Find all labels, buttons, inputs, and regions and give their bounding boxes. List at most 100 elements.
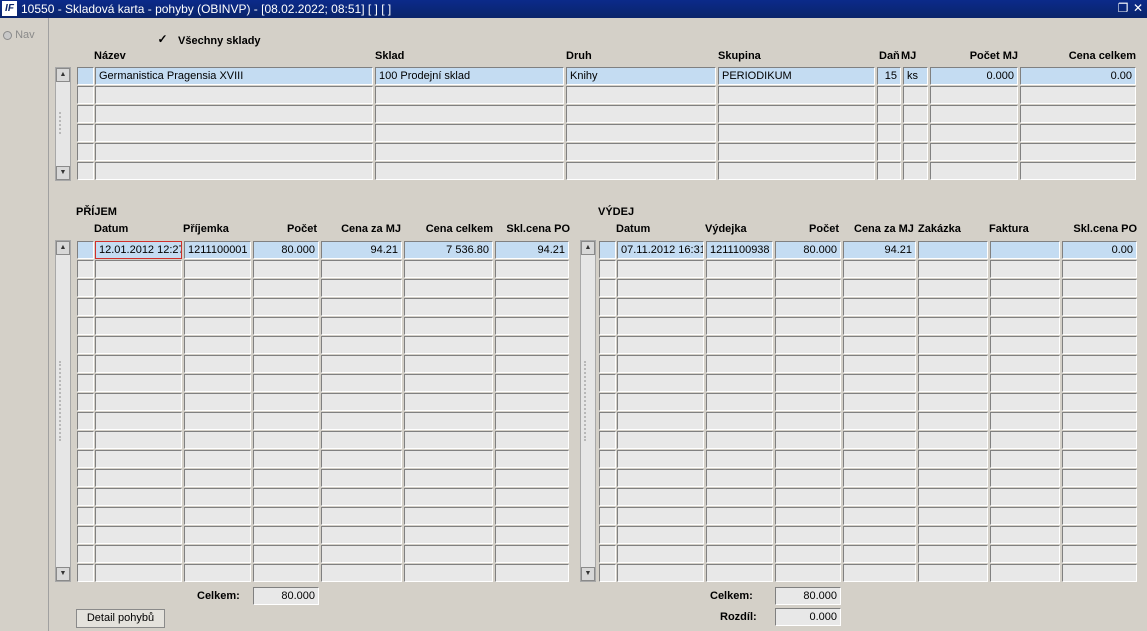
row-selector[interactable]	[77, 374, 94, 392]
cell-cena-za-mj[interactable]	[843, 374, 916, 392]
cell-sklad[interactable]	[375, 124, 564, 142]
cell-cena-celkem[interactable]	[404, 412, 493, 430]
cell-sklad[interactable]	[375, 105, 564, 123]
cell-skupina[interactable]: PERIODIKUM	[718, 67, 875, 85]
cell-skl-cena[interactable]	[495, 298, 569, 316]
cell-cena-celkem[interactable]: 7 536.80	[404, 241, 493, 259]
cell-skl-cena[interactable]	[1062, 526, 1137, 544]
cell-vydejka[interactable]	[706, 412, 773, 430]
cell-faktura[interactable]	[990, 545, 1060, 563]
row-selector[interactable]	[77, 105, 94, 123]
cell-faktura[interactable]	[990, 260, 1060, 278]
row-selector[interactable]	[599, 564, 616, 582]
cell-vydejka[interactable]	[706, 431, 773, 449]
cell-skl-cena[interactable]	[495, 336, 569, 354]
cell-pocet-mj[interactable]	[930, 86, 1018, 104]
row-selector[interactable]	[599, 431, 616, 449]
cell-datum[interactable]	[617, 317, 704, 335]
cell-datum[interactable]	[617, 355, 704, 373]
cell-datum[interactable]	[95, 507, 182, 525]
row-selector[interactable]	[77, 507, 94, 525]
cell-cena-za-mj[interactable]	[321, 450, 402, 468]
cell-skl-cena[interactable]	[495, 317, 569, 335]
cell-druh[interactable]	[566, 143, 716, 161]
cell-druh[interactable]	[566, 124, 716, 142]
row-selector[interactable]	[599, 279, 616, 297]
cell-cena-celkem[interactable]	[1020, 105, 1136, 123]
scroll-up-icon[interactable]: ▲	[56, 241, 70, 255]
cell-cena-za-mj[interactable]	[321, 279, 402, 297]
row-selector[interactable]	[77, 393, 94, 411]
cell-cena-celkem[interactable]	[1020, 143, 1136, 161]
cell-skl-cena[interactable]	[495, 431, 569, 449]
cell-pocet-mj[interactable]	[930, 162, 1018, 180]
cell-pocet[interactable]: 80.000	[775, 241, 841, 259]
cell-datum[interactable]	[95, 431, 182, 449]
cell-cena-za-mj[interactable]	[321, 355, 402, 373]
cell-vydejka[interactable]: 1211100938	[706, 241, 773, 259]
cell-cena-za-mj[interactable]	[843, 260, 916, 278]
cell-vydejka[interactable]	[706, 317, 773, 335]
row-selector[interactable]	[77, 279, 94, 297]
cell-cena-celkem[interactable]	[404, 469, 493, 487]
cell-datum[interactable]	[617, 260, 704, 278]
cell-pocet[interactable]	[775, 488, 841, 506]
cell-cena-za-mj[interactable]	[321, 336, 402, 354]
all-stores-checkbox[interactable]: ✓	[157, 33, 168, 45]
cell-datum[interactable]	[95, 298, 182, 316]
cell-pocet[interactable]	[253, 545, 319, 563]
row-selector[interactable]	[77, 241, 94, 259]
cell-cena-za-mj[interactable]	[321, 412, 402, 430]
cell-zakazka[interactable]	[918, 317, 988, 335]
row-selector[interactable]	[77, 336, 94, 354]
cell-prijemka[interactable]	[184, 298, 251, 316]
row-selector[interactable]	[599, 469, 616, 487]
cell-cena-za-mj[interactable]	[843, 355, 916, 373]
cell-skl-cena[interactable]	[495, 545, 569, 563]
cell-pocet[interactable]	[775, 260, 841, 278]
cell-pocet[interactable]	[253, 260, 319, 278]
cell-datum[interactable]	[617, 488, 704, 506]
cell-cena-celkem[interactable]	[404, 393, 493, 411]
cell-pocet[interactable]	[253, 469, 319, 487]
cell-prijemka[interactable]	[184, 393, 251, 411]
row-selector[interactable]	[77, 412, 94, 430]
restore-icon[interactable]: ❐	[1116, 1, 1130, 16]
cell-faktura[interactable]	[990, 374, 1060, 392]
scroll-up-icon[interactable]: ▲	[581, 241, 595, 255]
cell-prijemka[interactable]	[184, 488, 251, 506]
cell-skl-cena[interactable]	[495, 393, 569, 411]
cell-pocet[interactable]: 80.000	[253, 241, 319, 259]
cell-faktura[interactable]	[990, 279, 1060, 297]
cell-cena-celkem[interactable]	[404, 355, 493, 373]
cell-datum[interactable]: 07.11.2012 16:31	[617, 241, 704, 259]
vydej-scrollbar[interactable]: ▲ ▼	[580, 240, 596, 582]
cell-zakazka[interactable]	[918, 431, 988, 449]
cell-datum[interactable]	[95, 564, 182, 582]
cell-cena-za-mj[interactable]: 94.21	[843, 241, 916, 259]
row-selector[interactable]	[77, 298, 94, 316]
cell-skl-cena[interactable]	[1062, 431, 1137, 449]
cell-zakazka[interactable]	[918, 469, 988, 487]
prijem-scrollbar[interactable]: ▲ ▼	[55, 240, 71, 582]
cell-vydejka[interactable]	[706, 279, 773, 297]
row-selector[interactable]	[599, 260, 616, 278]
cell-pocet[interactable]	[775, 279, 841, 297]
cell-datum[interactable]	[617, 279, 704, 297]
cell-skl-cena[interactable]	[1062, 298, 1137, 316]
cell-datum[interactable]	[617, 526, 704, 544]
cell-pocet[interactable]	[775, 450, 841, 468]
cell-cena-za-mj[interactable]	[843, 431, 916, 449]
cell-skl-cena[interactable]	[495, 412, 569, 430]
cell-prijemka[interactable]	[184, 279, 251, 297]
cell-pocet[interactable]	[775, 526, 841, 544]
cell-cena-celkem[interactable]	[1020, 86, 1136, 104]
cell-cena-celkem[interactable]	[404, 260, 493, 278]
cell-datum[interactable]	[95, 545, 182, 563]
row-selector[interactable]	[77, 431, 94, 449]
cell-datum[interactable]	[95, 317, 182, 335]
cell-skl-cena[interactable]	[495, 526, 569, 544]
row-selector[interactable]	[77, 488, 94, 506]
cell-skupina[interactable]	[718, 124, 875, 142]
cell-nazev[interactable]	[95, 162, 373, 180]
